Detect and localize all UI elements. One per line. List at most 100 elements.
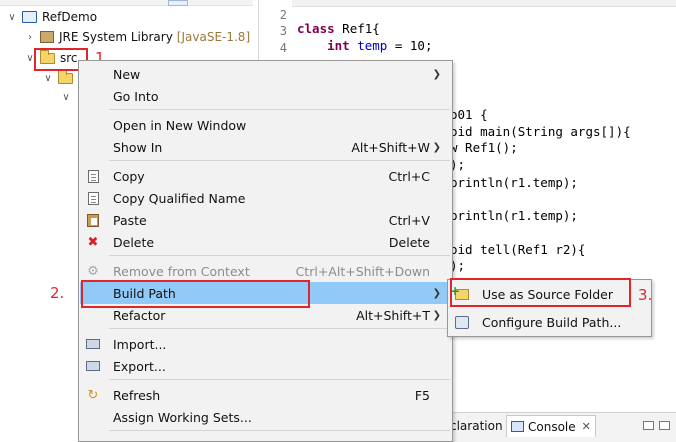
menu-item-shortcut: Ctrl+V [388, 212, 430, 228]
export-icon [85, 358, 101, 374]
tree-item-package[interactable]: ∨ [42, 68, 73, 88]
menu-item-show-in[interactable]: Show In Alt+Shift+W ❯ [80, 136, 451, 158]
menu-separator [109, 160, 450, 161]
menu-item-label: Refactor [113, 307, 166, 323]
menu-item-label: Paste [113, 212, 147, 228]
delete-icon: ✖ [87, 234, 99, 250]
menu-item-shortcut: Ctrl+Alt+Shift+Down [295, 263, 430, 279]
paste-icon [85, 212, 101, 228]
line-number: 3 [279, 24, 287, 38]
chevron-down-icon[interactable]: ∨ [60, 91, 72, 103]
menu-item-copy-qualified-name[interactable]: Copy Qualified Name [80, 187, 451, 209]
code-fragment: o01 { [450, 107, 488, 122]
refresh-icon: ↻ [87, 387, 99, 403]
submenu-arrow-icon: ❯ [432, 68, 441, 80]
chevron-down-icon[interactable]: ∨ [42, 72, 54, 84]
code-fragment: oid main(String args[]){ [450, 124, 631, 139]
field-name: temp [357, 38, 388, 53]
menu-separator [109, 255, 450, 256]
menu-item-label: Refresh [113, 387, 161, 403]
submenu-arrow-icon: ❯ [432, 309, 441, 321]
menu-item-label: Import... [113, 336, 167, 352]
tab-declaration[interactable]: claration [450, 415, 503, 437]
menu-separator [109, 109, 450, 110]
copy-qualified-icon [85, 190, 101, 206]
menu-item-label: Remove from Context [113, 263, 250, 279]
code-fragment: oid tell(Ref1 r2){ [450, 242, 586, 257]
toolbar-button[interactable] [168, 0, 188, 6]
menu-item-shortcut: Alt+Shift+T [356, 307, 430, 323]
menu-separator [109, 379, 450, 380]
chevron-down-icon[interactable]: ∨ [6, 11, 18, 23]
explorer-toolbar [0, 0, 253, 6]
menu-item-label: New [113, 66, 141, 82]
console-icon [511, 421, 524, 432]
submenu-arrow-icon: ❯ [432, 287, 441, 299]
menu-item-remove-from-context[interactable]: ⚙ Remove from Context Ctrl+Alt+Shift+Dow… [80, 260, 451, 282]
configure-build-path-icon [455, 314, 471, 330]
menu-separator [109, 328, 450, 329]
step-2-label: 2. [50, 284, 65, 302]
menu-item-shortcut: F5 [414, 387, 430, 403]
menu-item-shortcut: Ctrl+C [388, 168, 430, 184]
menu-item-label: Configure Build Path... [482, 314, 622, 330]
chevron-right-icon[interactable]: › [24, 31, 36, 43]
menu-item-label: Delete [113, 234, 155, 250]
menu-item-label: Export... [113, 358, 166, 374]
menu-item-delete[interactable]: ✖ Delete Delete [80, 231, 451, 253]
menu-item-label: Show In [113, 139, 163, 155]
menu-item-new[interactable]: New ❯ [80, 63, 451, 85]
menu-item-refresh[interactable]: ↻ Refresh F5 [80, 384, 451, 406]
submenu-arrow-icon: ❯ [432, 141, 441, 153]
code-line-field: int temp = 10; [327, 38, 433, 53]
project-folder-icon [22, 11, 37, 23]
close-icon[interactable]: ✕ [582, 420, 591, 433]
import-icon [85, 336, 101, 352]
jre-version: [JavaSE-1.8] [176, 30, 251, 44]
tab-console-label: Console [528, 419, 576, 434]
line-number: 4 [279, 41, 287, 55]
tab-console[interactable]: Console ✕ [506, 415, 596, 437]
jre-label: JRE System Library [59, 30, 173, 44]
package-icon [58, 69, 73, 84]
code-fragment: println(r1.temp); [450, 208, 578, 223]
menu-item-shortcut: Alt+Shift+W [351, 139, 430, 155]
menu-item-open-new-window[interactable]: Open in New Window [80, 114, 451, 136]
menu-item-configure-build-path[interactable]: Configure Build Path... [449, 311, 650, 333]
step-3-label: 3. [638, 286, 653, 304]
context-menu: New ❯ Go Into Open in New Window Show In… [78, 60, 453, 442]
tree-item-file[interactable]: ∨ [60, 87, 72, 107]
menu-item-label: Copy [113, 168, 145, 184]
code-fragment: println(r1.temp); [450, 175, 578, 190]
menu-separator [109, 430, 450, 431]
minimize-view-button[interactable] [643, 421, 654, 430]
keyword: class [297, 21, 335, 36]
bottom-view-tabs: claration Console ✕ [440, 412, 676, 442]
keyword: int [327, 38, 350, 53]
editor-top-ruler [259, 0, 676, 7]
highlight-box-use-as-source [450, 278, 631, 307]
tree-item-project[interactable]: ∨ RefDemo [6, 7, 97, 27]
remove-context-icon: ⚙ [87, 263, 99, 279]
code-fragment: w Ref1(); [450, 140, 518, 155]
tree-item-jre[interactable]: › JRE System Library [JavaSE-1.8] [24, 27, 250, 47]
copy-icon [85, 168, 101, 184]
menu-item-assign-working-sets[interactable]: Assign Working Sets... [80, 406, 451, 428]
menu-item-copy[interactable]: Copy Ctrl+C [80, 165, 451, 187]
menu-item-paste[interactable]: Paste Ctrl+V [80, 209, 451, 231]
menu-item-label: Open in New Window [113, 117, 247, 133]
project-label: RefDemo [42, 10, 98, 24]
line-number: 2 [279, 8, 287, 22]
menu-item-import[interactable]: Import... [80, 333, 451, 355]
highlight-box-build-path [81, 280, 310, 308]
maximize-view-button[interactable] [659, 421, 670, 430]
menu-item-label: Go Into [113, 88, 159, 104]
menu-item-label: Copy Qualified Name [113, 190, 246, 206]
menu-item-go-into[interactable]: Go Into [80, 85, 451, 107]
menu-item-label: Assign Working Sets... [113, 409, 252, 425]
menu-item-export[interactable]: Export... [80, 355, 451, 377]
menu-item-shortcut: Delete [388, 234, 430, 250]
code-line-class: class Ref1{ [297, 21, 380, 36]
library-icon [40, 31, 54, 43]
tab-declaration-label: claration [450, 419, 503, 433]
